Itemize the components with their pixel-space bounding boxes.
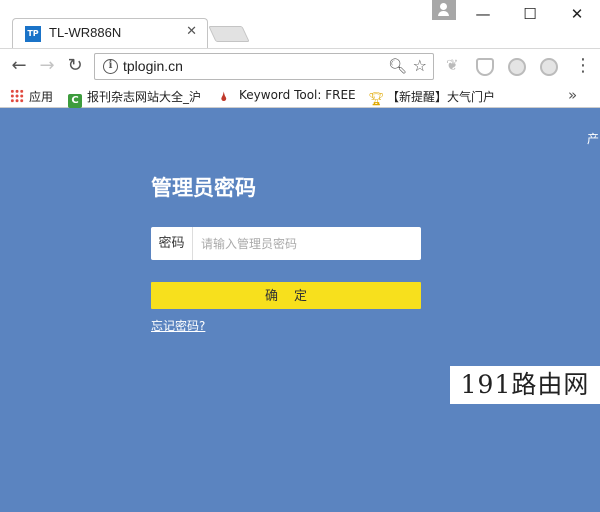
router-login-page: 产 bbox=[0, 108, 600, 512]
profile-icon[interactable] bbox=[432, 0, 456, 20]
bookmark-star-icon[interactable]: ☆ bbox=[413, 56, 427, 75]
url-text[interactable]: tplogin.cn bbox=[123, 58, 183, 74]
extension-shield-icon[interactable] bbox=[476, 58, 494, 76]
bookmarks-more-icon[interactable]: » bbox=[568, 86, 577, 104]
password-field-row: 密码 bbox=[151, 227, 421, 260]
bookmark-apps[interactable]: 应用 bbox=[10, 88, 53, 105]
bookmark-portal[interactable]: 🏆︎ 【新提醒】大气门户 bbox=[368, 88, 495, 107]
zoom-icon[interactable]: 🔍︎ bbox=[388, 57, 407, 75]
tab-close-icon[interactable]: ✕ bbox=[186, 24, 197, 39]
browser-menu-icon[interactable]: ⋮ bbox=[574, 55, 592, 76]
password-label: 密码 bbox=[151, 227, 193, 260]
bookmarks-bar: 应用 C 报刊杂志网站大全_沪 🌢︎ Keyword Tool: FREE 🏆︎ 【新… bbox=[0, 84, 600, 108]
watermark-text: 191路由网 bbox=[450, 366, 600, 404]
back-button[interactable]: ← bbox=[8, 55, 30, 77]
corner-text[interactable]: 产 bbox=[587, 130, 599, 147]
forward-button[interactable]: → bbox=[36, 55, 58, 77]
extension-leaf-icon[interactable]: ❦ bbox=[446, 56, 464, 74]
extension-circle-icon-1[interactable] bbox=[508, 58, 526, 76]
window-close-button[interactable]: ✕ bbox=[562, 4, 592, 24]
address-bar[interactable]: i tplogin.cn 🔍︎ ☆ bbox=[94, 53, 434, 80]
keyword-tool-icon: 🌢︎ bbox=[220, 90, 228, 105]
minimize-button[interactable]: — bbox=[468, 4, 498, 24]
bookmark-newspaper-sites[interactable]: C 报刊杂志网站大全_沪 bbox=[68, 88, 201, 108]
tab-title: TL-WR886N bbox=[49, 25, 122, 40]
browser-titlebar: TP TL-WR886N ✕ — ☐ ✕ bbox=[0, 0, 600, 48]
confirm-button[interactable]: 确定 bbox=[151, 282, 421, 309]
bookmark-keyword-tool[interactable]: 🌢︎ Keyword Tool: FREE bbox=[220, 88, 356, 105]
trophy-icon: 🏆︎ bbox=[368, 92, 385, 107]
forgot-password-link[interactable]: 忘记密码? bbox=[151, 317, 205, 334]
maximize-button[interactable]: ☐ bbox=[515, 4, 545, 24]
c-icon: C bbox=[68, 94, 82, 108]
browser-tab[interactable]: TP TL-WR886N ✕ bbox=[12, 18, 208, 48]
site-info-icon[interactable]: i bbox=[103, 59, 118, 74]
extension-circle-icon-2[interactable] bbox=[540, 58, 558, 76]
reload-button[interactable]: ↻ bbox=[64, 55, 86, 77]
browser-toolbar: ← → ↻ i tplogin.cn 🔍︎ ☆ ❦ ⋮ bbox=[0, 48, 600, 84]
new-tab-button[interactable] bbox=[208, 26, 250, 42]
page-title: 管理员密码 bbox=[151, 176, 256, 200]
apps-icon bbox=[10, 89, 24, 103]
tp-link-favicon-icon: TP bbox=[25, 26, 41, 42]
password-input[interactable] bbox=[195, 229, 417, 258]
